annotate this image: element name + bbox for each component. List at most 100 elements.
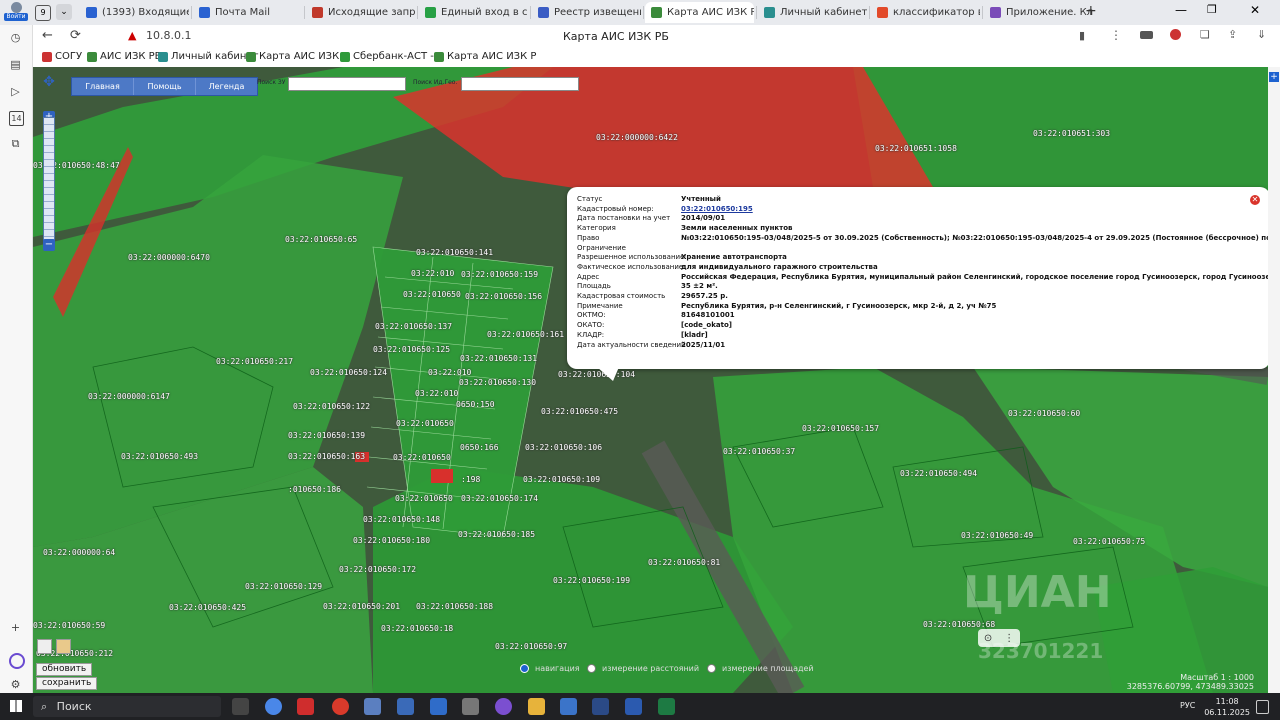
parcel-number-label[interactable]: 03:22:010650:475 <box>541 407 618 416</box>
parcel-number-label[interactable]: 03:22:010650:159 <box>461 270 538 279</box>
parcel-number-label[interactable]: 03:22:010 <box>415 389 458 398</box>
zoom-slider[interactable] <box>43 117 55 249</box>
print-icon[interactable] <box>56 639 71 654</box>
pdf-icon[interactable] <box>297 698 314 715</box>
parcel-number-label[interactable]: 03:22:010650:125 <box>373 345 450 354</box>
copilot-icon[interactable] <box>9 653 25 669</box>
tab-item[interactable]: (1393) Входящие - П <box>80 2 189 23</box>
search-geo-input[interactable] <box>461 77 579 91</box>
parcel-number-label[interactable]: 03:22:010 <box>411 269 454 278</box>
parcel-number-label[interactable]: 03:22:010650:217 <box>216 357 293 366</box>
tab-item[interactable]: Почта Mail <box>193 2 302 23</box>
parcel-number-label[interactable]: 03:22:010650 <box>393 453 451 462</box>
parcel-number-label[interactable]: 03:22:010650:81 <box>648 558 720 567</box>
refresh-button[interactable]: обновить <box>36 663 93 676</box>
parcel-number-label[interactable]: 03:22:010650:131 <box>460 354 537 363</box>
app6-icon[interactable] <box>560 698 577 715</box>
parcel-number-label[interactable]: 03:22:010650:130 <box>459 378 536 387</box>
collections-icon[interactable]: ❏ <box>1200 28 1210 41</box>
parcel-number-label[interactable]: 03:22:010650:174 <box>461 494 538 503</box>
menu-home[interactable]: Главная <box>72 78 134 95</box>
clock[interactable]: 11:08 06.11.2025 <box>1204 696 1250 718</box>
calendar-icon[interactable]: 14 <box>9 111 24 126</box>
parcel-number-label[interactable]: 03:22:010650:180 <box>353 536 430 545</box>
back-icon[interactable]: ← <box>42 28 53 43</box>
app4-icon[interactable] <box>430 698 447 715</box>
parcel-number-label[interactable]: 03:22:010650:199 <box>553 576 630 585</box>
share-icon[interactable]: ⇪ <box>1228 28 1237 41</box>
files-icon[interactable] <box>528 698 545 715</box>
more-icon[interactable]: ⋮ <box>1004 633 1014 644</box>
parcel-number-label[interactable]: 03:22:010650:161 <box>487 330 564 339</box>
tab-count-button[interactable]: 9 <box>35 5 51 21</box>
menu-help[interactable]: Помощь <box>134 78 196 95</box>
parcel-number-label[interactable]: 03:22:010650:129 <box>245 582 322 591</box>
parcel-number-label[interactable]: 03:22:010650:201 <box>323 602 400 611</box>
insecure-warning-icon[interactable]: ▲ <box>128 29 136 42</box>
extension-icon[interactable] <box>1140 31 1153 39</box>
add-icon[interactable]: + <box>1269 72 1279 82</box>
tab-item[interactable]: классификатор вид <box>871 2 980 23</box>
reload-icon[interactable]: ⟳ <box>70 28 81 43</box>
parcel-number-label[interactable]: 03:22:010650:494 <box>900 469 977 478</box>
screenshot-icon[interactable]: ⧉ <box>9 137 22 150</box>
parcel-number-label[interactable]: 03:22:010650:124 <box>310 368 387 377</box>
parcel-number-label[interactable]: 03:22:010650 <box>395 494 453 503</box>
app3-icon[interactable] <box>397 698 414 715</box>
bookmark-item[interactable]: Личный кабинет <box>158 51 258 62</box>
parcel-number-label[interactable]: 0650:150 <box>456 400 495 409</box>
restore-icon[interactable]: ❐ <box>1207 3 1217 16</box>
bookmark-item[interactable]: Карта АИС ИЗК Р <box>434 51 536 62</box>
parcel-number-label[interactable]: 03:22:010 <box>428 368 471 377</box>
parcel-number-label[interactable]: 03:22:010650:75 <box>1073 537 1145 546</box>
radio-area[interactable]: измерение площадей <box>707 664 814 673</box>
cadastral-number-link[interactable]: 03:22:010650:195 <box>681 205 753 213</box>
history-icon[interactable]: ◷ <box>9 31 22 44</box>
new-tab-button[interactable]: + <box>1085 3 1097 19</box>
parcel-number-label[interactable]: 03:22:010651:1058 <box>875 144 957 153</box>
tab-search-icon[interactable]: ⌄ <box>56 4 72 20</box>
parcel-number-label[interactable]: 03:22:000000:6422 <box>596 133 678 142</box>
menu-legend[interactable]: Легенда <box>196 78 257 95</box>
app2-icon[interactable] <box>364 698 381 715</box>
add-sidebar-icon[interactable]: + <box>9 621 22 634</box>
chrome-icon[interactable] <box>265 698 282 715</box>
bookmark-item[interactable]: АИС ИЗК РБ <box>87 51 162 62</box>
parcel-number-label[interactable]: 03:22:010650 <box>403 290 461 299</box>
tab-item[interactable]: Единый вход в сист <box>419 2 528 23</box>
menu-dots-icon[interactable]: ⋮ <box>1110 28 1122 42</box>
parcel-number-label[interactable]: 03:22:010650:493 <box>121 452 198 461</box>
close-window-icon[interactable]: ✕ <box>1250 3 1260 17</box>
parcel-number-label[interactable]: 03:22:010651:303 <box>1033 129 1110 138</box>
parcel-number-label[interactable]: 03:22:010650:148 <box>363 515 440 524</box>
parcel-number-label[interactable]: 03:22:010650:139 <box>288 431 365 440</box>
parcel-number-label[interactable]: 03:22:010650:157 <box>802 424 879 433</box>
layer-icon[interactable] <box>37 639 52 654</box>
parcel-number-label[interactable]: 03:22:010650:49 <box>961 531 1033 540</box>
parcel-number-label[interactable]: 03:22:010650:185 <box>458 530 535 539</box>
start-icon[interactable] <box>10 700 22 712</box>
right-scroll-rail[interactable]: + <box>1268 67 1280 693</box>
cadastral-map[interactable]: 03:22:000000:6422 03:22:010651:1058 03:22:… <box>33 67 1268 693</box>
close-icon[interactable]: ✕ <box>1250 195 1260 205</box>
parcel-number-label[interactable]: 03:22:010650:141 <box>416 248 493 257</box>
url-field[interactable]: 10.8.0.1 <box>146 29 191 42</box>
minimize-icon[interactable]: — <box>1175 3 1187 17</box>
parcel-number-label[interactable]: 03:22:010650:172 <box>339 565 416 574</box>
bookmark-icon[interactable]: ▮ <box>1079 29 1085 42</box>
parcel-number-label[interactable]: 03:22:010650:97 <box>495 642 567 651</box>
parcel-number-label[interactable]: 03:22:010650:122 <box>293 402 370 411</box>
taskbar-search[interactable]: ⌕ Поиск <box>33 696 221 717</box>
parcel-number-label[interactable]: 03:22:010650:156 <box>465 292 542 301</box>
parcel-number-label[interactable]: :010650:186 <box>288 485 341 494</box>
parcel-number-label[interactable]: 03:22:010650:425 <box>169 603 246 612</box>
parcel-number-label[interactable]: 03:22:010650 <box>396 419 454 428</box>
tab-item[interactable]: Карта АИС ИЗК Р✕ <box>645 2 754 23</box>
parcel-number-label[interactable]: :198 <box>461 475 480 484</box>
yandex-icon[interactable] <box>592 698 609 715</box>
parcel-number-label[interactable]: 03:22:010650:163 <box>288 452 365 461</box>
settings-icon[interactable]: ⚙ <box>9 678 22 691</box>
tab-item[interactable]: Реестр извещений <box>532 2 641 23</box>
parcel-number-label[interactable]: 03:22:000000:64 <box>43 548 115 557</box>
parcel-number-label[interactable]: 03:22:010650:37 <box>723 447 795 456</box>
